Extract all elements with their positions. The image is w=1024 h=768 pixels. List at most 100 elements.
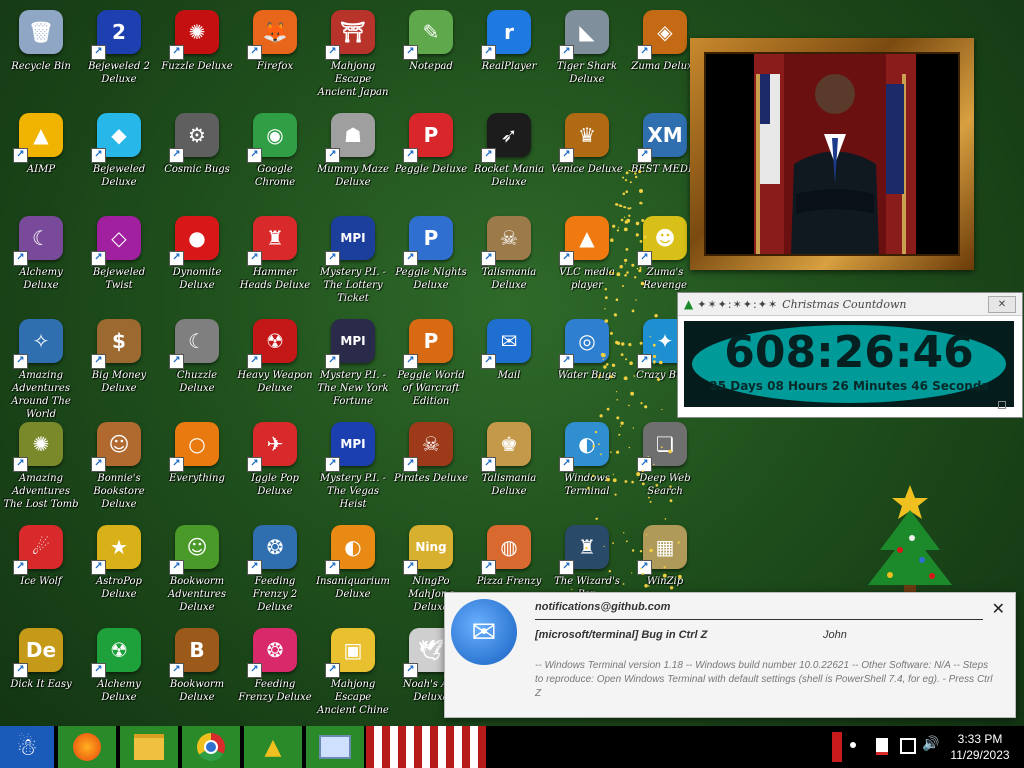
sparkle	[620, 205, 623, 207]
desktop-icon[interactable]: ♜ ↗ Hammer Heads Deluxe	[236, 210, 314, 310]
resize-grip-icon[interactable]	[998, 401, 1006, 409]
desktop-icon[interactable]: ☺ ↗ Bookworm Adventures Deluxe	[158, 519, 236, 619]
taskbar-christmas-tree-button[interactable]: ▲	[244, 726, 302, 768]
desktop-icon[interactable]: ★ ↗ AstroPop Deluxe	[80, 519, 158, 619]
sparkle	[616, 399, 619, 401]
mail-notification[interactable]: ✉ notifications@github.com [microsoft/te…	[444, 592, 1016, 718]
app-icon: MPI ↗	[325, 422, 375, 472]
shortcut-arrow-icon: ↗	[403, 45, 418, 60]
app-icon-glyph: ☺	[186, 535, 208, 559]
taskbar-file-explorer-button[interactable]	[120, 726, 178, 768]
sparkle	[633, 375, 635, 377]
app-icon: ◈ ↗	[637, 10, 687, 60]
desktop-icon[interactable]: MPI ↗ Mystery P.I. - The New York Fortune	[314, 313, 392, 413]
desktop-icon[interactable]: ☢ ↗ Alchemy Deluxe	[80, 622, 158, 722]
taskbar-chrome-button[interactable]	[182, 726, 240, 768]
countdown-titlebar[interactable]: ▲ ✦✶✦:✶✦:✦✶ Christmas Countdown ✕	[678, 293, 1022, 316]
desktop-icon[interactable]: ◆ ↗ Bejeweled Deluxe	[80, 107, 158, 207]
desktop-icon[interactable]: ☄ ↗ Ice Wolf	[2, 519, 80, 619]
app-icon-glyph: ◇	[111, 226, 127, 250]
desktop-icon[interactable]: ○ ↗ Everything	[158, 416, 236, 516]
desktop-icon[interactable]: MPI ↗ Mystery P.I. - The Vegas Heist	[314, 416, 392, 516]
desktop-icon[interactable]: ⛩ ↗ Mahjong Escape Ancient Japan	[314, 4, 392, 104]
desktop-icon[interactable]: B ↗ Bookworm Deluxe	[158, 622, 236, 722]
desktop-icon[interactable]: ✈ ↗ Iggle Pop Deluxe	[236, 416, 314, 516]
sparkle	[648, 496, 650, 499]
desktop-icon-label: AIMP	[26, 164, 56, 175]
app-icon: ⛩ ↗	[325, 10, 375, 60]
desktop-icon[interactable]: ☢ ↗ Heavy Weapon Deluxe	[236, 313, 314, 413]
desktop-icon[interactable]: ✺ ↗ Fuzzle Deluxe	[158, 4, 236, 104]
desktop-icon[interactable]: ✧ ↗ Amazing Adventures Around The World	[2, 313, 80, 420]
desktop-icon[interactable]: ➶ ↗ Rocket Mania Deluxe	[470, 107, 548, 207]
desktop-icon-label: Bejeweled Deluxe	[92, 164, 146, 188]
sparkle	[631, 572, 633, 574]
desktop-icon[interactable]: $ ↗ Big Money Deluxe	[80, 313, 158, 413]
desktop-icon[interactable]: ❂ ↗ Feeding Frenzy 2 Deluxe	[236, 519, 314, 619]
sparkle	[631, 170, 634, 173]
desktop-icon[interactable]: r ↗ RealPlayer	[470, 4, 548, 104]
christmas-countdown-window[interactable]: ▲ ✦✶✦:✶✦:✦✶ Christmas Countdown ✕ 608:26…	[677, 292, 1023, 418]
desktop-icon[interactable]: ☾ ↗ Chuzzle Deluxe	[158, 313, 236, 413]
network-icon[interactable]	[900, 738, 916, 754]
desktop-icon[interactable]: ◉ ↗ Google Chrome	[236, 107, 314, 207]
shortcut-arrow-icon: ↗	[403, 457, 418, 472]
sparkle	[653, 463, 655, 466]
sparkle	[631, 549, 635, 552]
desktop[interactable]: 🗑 Recycle Bin 2 ↗ Bejeweled 2 Deluxe ✺ ↗ Fuzzle…	[0, 0, 1024, 726]
desktop-icon[interactable]: ◣ ↗ Tiger Shark Deluxe	[548, 4, 626, 104]
desktop-icon[interactable]: 2 ↗ Bejeweled 2 Deluxe	[80, 4, 158, 104]
shortcut-arrow-icon: ↗	[481, 560, 496, 575]
desktop-icon[interactable]: ◐ ↗ Insaniquarium Deluxe	[314, 519, 392, 619]
countdown-close-button[interactable]: ✕	[988, 296, 1016, 313]
desktop-icon[interactable]: ✎ ↗ Notepad	[392, 4, 470, 104]
desktop-icon-label: Mail	[497, 370, 521, 381]
desktop-icon[interactable]: 🗑 Recycle Bin	[2, 4, 80, 104]
app-icon: De ↗	[13, 628, 63, 678]
taskbar-firefox-button[interactable]	[58, 726, 116, 768]
desktop-icon[interactable]: ☺ ↗ Bonnie's Bookstore Deluxe	[80, 416, 158, 516]
clock[interactable]: 3:33 PM 11/29/2023	[940, 726, 1020, 768]
notification-close-button[interactable]: ✕	[992, 599, 1005, 618]
desktop-icon[interactable]: MPI ↗ Mystery P.I. - The Lottery Ticket	[314, 210, 392, 310]
desktop-icon-label: Alchemy Deluxe	[97, 679, 141, 703]
app-icon-glyph: ☢	[110, 638, 128, 662]
desktop-icon[interactable]: ♚ ↗ Talismania Deluxe	[470, 416, 548, 516]
sparkle	[611, 363, 616, 367]
app-icon-glyph: ✎	[422, 20, 440, 44]
sparkle	[628, 446, 630, 449]
desktop-icon[interactable]: ● ↗ Dynomite Deluxe	[158, 210, 236, 310]
shortcut-arrow-icon: ↗	[91, 45, 106, 60]
dot-icon[interactable]	[850, 742, 856, 748]
app-icon-glyph: ◉	[266, 123, 284, 147]
desktop-icon-label: Everything	[169, 473, 225, 484]
clock-date: 11/29/2023	[950, 748, 1010, 762]
desktop-icon[interactable]: ☾ ↗ Alchemy Deluxe	[2, 210, 80, 310]
desktop-icon[interactable]: P ↗ Peggle World of Warcraft Edition	[392, 313, 470, 413]
sparkle	[604, 288, 607, 291]
desktop-icon[interactable]: P ↗ Peggle Nights Deluxe	[392, 210, 470, 310]
desktop-icon[interactable]: ◇ ↗ Bejeweled Twist	[80, 210, 158, 310]
desktop-icon[interactable]: ▲ ↗ AIMP	[2, 107, 80, 207]
security-icon[interactable]	[876, 738, 888, 755]
shortcut-arrow-icon: ↗	[637, 45, 652, 60]
desktop-icon[interactable]: ☗ ↗ Mummy Maze Deluxe	[314, 107, 392, 207]
desktop-icon[interactable]: ☠ ↗ Talismania Deluxe	[470, 210, 548, 310]
desktop-icon[interactable]: 🦊 ↗ Firefox	[236, 4, 314, 104]
sparkle	[624, 179, 628, 182]
sparkle	[624, 263, 626, 265]
desktop-icon[interactable]: ▣ ↗ Mahjong Escape Ancient Chine	[314, 622, 392, 722]
desktop-icon[interactable]: De ↗ Dick It Easy	[2, 622, 80, 722]
sparkle	[647, 455, 649, 457]
desktop-icon[interactable]: ⚙ ↗ Cosmic Bugs	[158, 107, 236, 207]
taskbar-control-panel-button[interactable]	[306, 726, 364, 768]
start-button[interactable]: ☃	[0, 726, 54, 768]
volume-icon[interactable]: 🔊	[922, 736, 939, 752]
desktop-icon[interactable]: ❂ ↗ Feeding Frenzy Deluxe	[236, 622, 314, 722]
desktop-icon[interactable]: P ↗ Peggle Deluxe	[392, 107, 470, 207]
shortcut-arrow-icon: ↗	[13, 354, 28, 369]
app-icon-glyph: P	[423, 329, 439, 353]
desktop-icon[interactable]: ✉ ↗ Mail	[470, 313, 548, 413]
desktop-icon[interactable]: ✺ ↗ Amazing Adventures The Lost Tomb	[2, 416, 80, 516]
desktop-icon[interactable]: ☠ ↗ Pirates Deluxe	[392, 416, 470, 516]
